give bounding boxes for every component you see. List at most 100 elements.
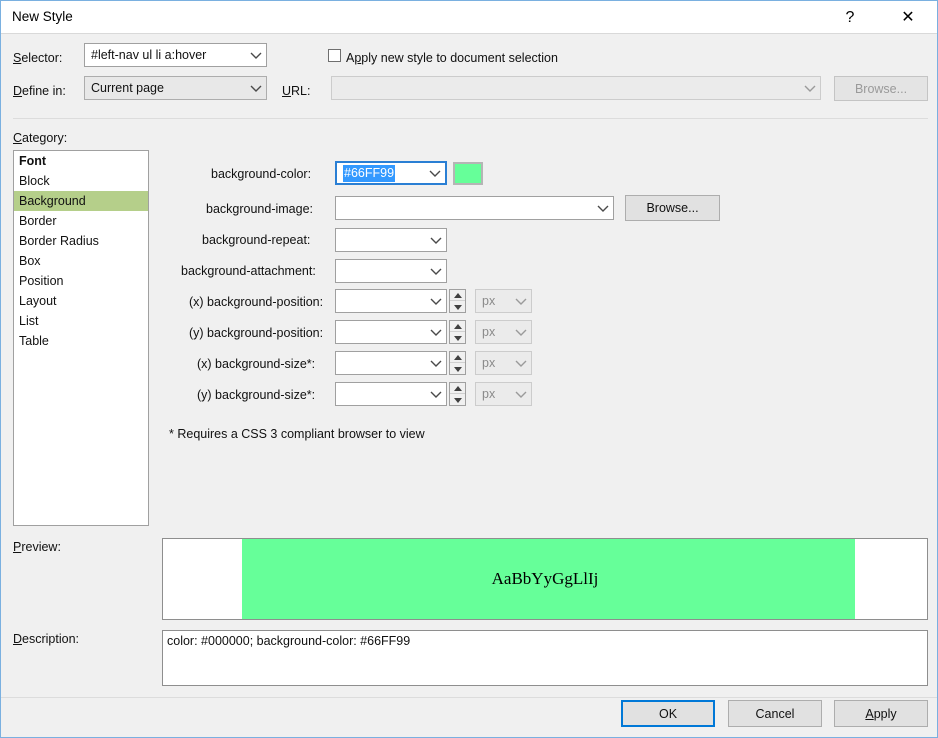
new-style-dialog: New Style ? ✕ Selector: #left-nav ul li … xyxy=(0,0,938,738)
browse-image-button[interactable]: Browse... xyxy=(625,195,720,221)
background-size-x-spinner[interactable] xyxy=(449,351,466,375)
selector-value: #left-nav ul li a:hover xyxy=(91,44,244,66)
spinner-down-icon[interactable] xyxy=(450,333,465,343)
ok-button[interactable]: OK xyxy=(621,700,715,727)
background-position-y-unit: px xyxy=(482,321,509,343)
background-size-x-label: (x) background-size*: xyxy=(197,357,315,371)
background-attachment-value xyxy=(342,260,424,282)
background-position-x-label: (x) background-position: xyxy=(189,295,323,309)
description-box: color: #000000; background-color: #66FF9… xyxy=(162,630,928,686)
chevron-down-icon[interactable] xyxy=(511,383,531,405)
background-repeat-combobox[interactable] xyxy=(335,228,447,252)
url-value xyxy=(338,77,798,99)
spinner-up-icon[interactable] xyxy=(450,383,465,394)
spinner-down-icon[interactable] xyxy=(450,302,465,312)
background-color-combobox[interactable]: #66FF99 xyxy=(335,161,447,185)
background-position-x-unit: px xyxy=(482,290,509,312)
category-item-list[interactable]: List xyxy=(14,311,148,331)
spinner-down-icon[interactable] xyxy=(450,395,465,405)
background-image-combobox[interactable] xyxy=(335,196,614,220)
background-size-x-unit: px xyxy=(482,352,509,374)
category-item-box[interactable]: Box xyxy=(14,251,148,271)
close-button[interactable]: ✕ xyxy=(885,1,931,34)
chevron-down-icon[interactable] xyxy=(425,163,445,183)
category-item-font[interactable]: Font xyxy=(14,151,148,171)
chevron-down-icon[interactable] xyxy=(426,260,446,282)
chevron-down-icon[interactable] xyxy=(426,352,446,374)
color-swatch[interactable] xyxy=(453,162,483,185)
spinner-down-icon[interactable] xyxy=(450,364,465,374)
background-size-y-combobox[interactable] xyxy=(335,382,447,406)
category-item-block[interactable]: Block xyxy=(14,171,148,191)
define-in-value: Current page xyxy=(91,77,244,99)
preview-sample-text: AaBbYyGgLlIj xyxy=(163,539,927,619)
apply-to-selection-checkbox[interactable] xyxy=(328,49,341,62)
chevron-down-icon[interactable] xyxy=(426,321,446,343)
background-size-x-unit-combobox[interactable]: px xyxy=(475,351,532,375)
background-size-x-value xyxy=(342,352,424,374)
background-size-y-value xyxy=(342,383,424,405)
category-item-layout[interactable]: Layout xyxy=(14,291,148,311)
background-position-y-label: (y) background-position: xyxy=(189,326,323,340)
preview-label: Preview: xyxy=(13,540,61,554)
background-repeat-value xyxy=(342,229,424,251)
background-size-y-unit-combobox[interactable]: px xyxy=(475,382,532,406)
background-position-y-unit-combobox[interactable]: px xyxy=(475,320,532,344)
background-position-y-value xyxy=(342,321,424,343)
chevron-down-icon[interactable] xyxy=(426,229,446,251)
preview-box: AaBbYyGgLlIj xyxy=(162,538,928,620)
cancel-button[interactable]: Cancel xyxy=(728,700,822,727)
background-position-y-combobox[interactable] xyxy=(335,320,447,344)
chevron-down-icon[interactable] xyxy=(511,290,531,312)
spinner-up-icon[interactable] xyxy=(450,321,465,332)
background-size-y-spinner[interactable] xyxy=(449,382,466,406)
background-attachment-label: background-attachment: xyxy=(181,264,316,278)
chevron-down-icon[interactable] xyxy=(426,383,446,405)
chevron-down-icon[interactable] xyxy=(246,44,266,66)
define-in-combobox[interactable]: Current page xyxy=(84,76,267,100)
chevron-down-icon[interactable] xyxy=(593,197,613,219)
spinner-up-icon[interactable] xyxy=(450,352,465,363)
category-item-background[interactable]: Background xyxy=(14,191,148,211)
background-attachment-combobox[interactable] xyxy=(335,259,447,283)
chevron-down-icon[interactable] xyxy=(511,352,531,374)
category-list[interactable]: Font Block Background Border Border Radi… xyxy=(13,150,149,526)
category-item-position[interactable]: Position xyxy=(14,271,148,291)
window-title: New Style xyxy=(12,9,73,24)
category-label: Category: xyxy=(13,131,67,145)
background-position-x-value xyxy=(342,290,424,312)
background-position-x-spinner[interactable] xyxy=(449,289,466,313)
background-position-x-unit-combobox[interactable]: px xyxy=(475,289,532,313)
help-button[interactable]: ? xyxy=(827,1,873,34)
footer-separator xyxy=(1,697,938,698)
background-position-x-combobox[interactable] xyxy=(335,289,447,313)
category-item-border-radius[interactable]: Border Radius xyxy=(14,231,148,251)
url-label: URL: xyxy=(282,84,310,98)
chevron-down-icon[interactable] xyxy=(511,321,531,343)
background-repeat-label: background-repeat: xyxy=(202,233,310,247)
description-label: Description: xyxy=(13,632,79,646)
css3-footnote: * Requires a CSS 3 compliant browser to … xyxy=(169,427,425,441)
chevron-down-icon[interactable] xyxy=(426,290,446,312)
category-item-table[interactable]: Table xyxy=(14,331,148,351)
background-size-y-label: (y) background-size*: xyxy=(197,388,315,402)
browse-url-button[interactable]: Browse... xyxy=(834,76,928,101)
chevron-down-icon[interactable] xyxy=(800,77,820,99)
selector-combobox[interactable]: #left-nav ul li a:hover xyxy=(84,43,267,67)
background-image-label: background-image: xyxy=(206,202,313,216)
apply-button[interactable]: Apply xyxy=(834,700,928,727)
url-combobox[interactable] xyxy=(331,76,821,100)
spinner-up-icon[interactable] xyxy=(450,290,465,301)
background-position-y-spinner[interactable] xyxy=(449,320,466,344)
background-size-x-combobox[interactable] xyxy=(335,351,447,375)
background-color-value: #66FF99 xyxy=(343,165,395,182)
header-separator xyxy=(13,118,928,119)
background-color-label: background-color: xyxy=(211,167,311,181)
category-item-border[interactable]: Border xyxy=(14,211,148,231)
chevron-down-icon[interactable] xyxy=(246,77,266,99)
close-icon: ✕ xyxy=(885,1,931,34)
title-bar: New Style ? ✕ xyxy=(1,0,938,34)
description-text: color: #000000; background-color: #66FF9… xyxy=(167,634,410,648)
background-size-y-unit: px xyxy=(482,383,509,405)
define-in-label: Define in: xyxy=(13,84,66,98)
